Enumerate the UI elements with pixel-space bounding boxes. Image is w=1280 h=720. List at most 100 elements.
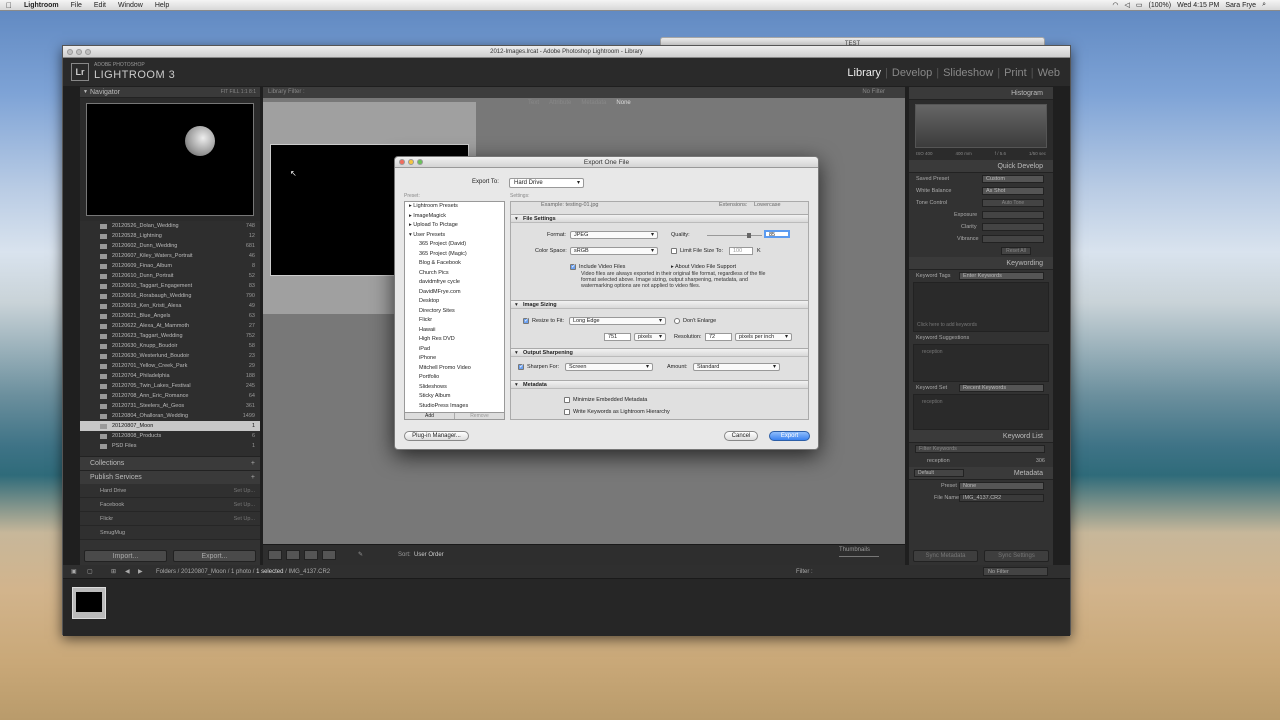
folder-row[interactable]: 20120804_Ohalloran_Wedding 1499 [80,411,260,421]
publish-services-header[interactable]: Publish Services + [80,470,260,484]
grid-icon[interactable]: ⊞ [111,565,116,579]
painter-icon[interactable]: ✎ [358,551,363,558]
preset-item[interactable]: Directory Sites [405,307,504,317]
histogram-header[interactable]: Histogram [909,87,1053,100]
minimize-metadata-checkbox[interactable] [564,397,570,403]
collections-header[interactable]: Collections + [80,456,260,470]
sort-value[interactable]: User Order [414,552,444,558]
resolution-unit-select[interactable]: pixels per inch [735,333,792,341]
dialog-zoom-button[interactable] [417,159,423,165]
preset-item[interactable]: iPad [405,345,504,355]
forward-arrow-icon[interactable]: ▶ [138,565,143,579]
color-space-select[interactable]: sRGB [570,247,658,255]
minimize-button[interactable] [76,49,82,55]
output-sharpening-header[interactable]: Output Sharpening [511,348,808,357]
file-name-field[interactable]: IMG_4137.CR2 [959,494,1044,502]
limit-file-size-checkbox[interactable] [671,248,677,254]
metadata-header[interactable]: Default Metadata [909,467,1053,480]
export-dialog-titlebar[interactable]: Export One File [395,157,818,168]
preset-folder[interactable]: ▸ ImageMagick [405,212,504,222]
preset-item[interactable]: Desktop [405,297,504,307]
metadata-section-header[interactable]: Metadata [511,380,808,389]
folder-row[interactable]: 20120616_Rorabaugh_Wedding 790 [80,291,260,301]
folder-row[interactable]: 20120621_Blue_Angels 63 [80,311,260,321]
export-to-select[interactable]: Hard Drive [509,178,584,188]
clock[interactable]: Wed 4:15 PM [1177,2,1219,9]
preset-item[interactable]: iPhone [405,354,504,364]
module-develop[interactable]: Develop [892,67,932,79]
survey-view-icon[interactable] [322,550,336,560]
folder-row[interactable]: 20120630_Knupp_Boudoir 58 [80,341,260,351]
preset-item[interactable]: Mitchell Promo Video [405,364,504,374]
preset-item[interactable]: Sticky Album [405,392,504,402]
dialog-close-button[interactable] [399,159,405,165]
sync-settings-button[interactable]: Sync Settings [984,550,1049,562]
dont-enlarge-checkbox[interactable] [674,318,680,324]
size-unit-select[interactable]: pixels [634,333,666,341]
keyword-list-row[interactable]: reception 306 [909,455,1053,467]
folder-row[interactable]: 20120526_Dolan_Wedding 748 [80,221,260,231]
size-input[interactable]: 751 [604,333,631,341]
auto-tone-button[interactable]: Auto Tone [982,199,1044,207]
add-collection-icon[interactable]: + [251,457,255,471]
screen-1-icon[interactable]: ▣ [71,565,77,579]
preset-item[interactable]: Flickr [405,316,504,326]
sharpen-select[interactable]: Screen [565,363,653,371]
preset-item[interactable]: 365 Project (David) [405,240,504,250]
filter-preset[interactable]: No Filter [862,87,885,98]
filmstrip-thumbnail[interactable] [72,587,106,619]
vibrance-buttons[interactable] [982,235,1044,243]
exposure-buttons[interactable] [982,211,1044,219]
folder-row[interactable]: 20120705_Twin_Lakes_Festival 245 [80,381,260,391]
volume-icon[interactable]: ◁ [1124,1,1129,9]
folder-row[interactable]: 20120619_Ken_Kristi_Alexa 49 [80,301,260,311]
zoom-button[interactable] [85,49,91,55]
folder-row[interactable]: 20120807_Moon 1 [80,421,260,431]
quality-input[interactable]: 85 [764,230,790,238]
window-titlebar[interactable]: 2012-Images.lrcat - Adobe Photoshop Ligh… [63,46,1070,58]
publish-service-row[interactable]: Flickr Set Up... [80,512,260,526]
limit-file-size-input[interactable]: 100 [729,247,753,255]
about-video-link[interactable]: ▸ About Video File Support [671,264,736,270]
navigator-header[interactable]: ▼ Navigator FIT FILL 1:1 8:1 [80,87,260,98]
navigator-preview[interactable] [80,98,260,221]
folder-row[interactable]: 20120622_Alexa_At_Mammoth 27 [80,321,260,331]
folder-row[interactable]: 20120609_Finao_Album 8 [80,261,260,271]
resolution-input[interactable]: 72 [705,333,732,341]
import-button[interactable]: Import... [84,550,167,562]
metadata-preset-select[interactable]: Default [914,469,964,477]
module-slideshow[interactable]: Slideshow [943,67,993,79]
keyword-suggestion[interactable]: reception [922,349,943,355]
dialog-minimize-button[interactable] [408,159,414,165]
battery-icon[interactable]: ▭ [1136,1,1143,9]
keyword-tags-select[interactable]: Enter Keywords [959,272,1044,280]
add-publish-icon[interactable]: + [251,471,255,485]
close-button[interactable] [67,49,73,55]
user-name[interactable]: Sara Frye [1225,2,1256,9]
thumbnail-size-slider[interactable] [839,556,879,557]
clarity-buttons[interactable] [982,223,1044,231]
sharpen-checkbox[interactable]: ✓ [518,364,524,370]
filmstrip-filter-select[interactable]: No Filter [983,567,1048,576]
folder-row[interactable]: 20120607_Kiley_Waters_Portrait 46 [80,251,260,261]
filter-metadata[interactable]: Metadata [581,98,606,109]
export-button[interactable]: Export... [173,550,256,562]
folder-row[interactable]: 20120704_Philadelphia 188 [80,371,260,381]
keyword-entry-box[interactable]: Click here to add keywords [913,282,1049,332]
quick-develop-header[interactable]: Quick Develop [909,160,1053,173]
cancel-button[interactable]: Cancel [724,431,758,441]
module-print[interactable]: Print [1004,67,1027,79]
preset-item[interactable]: Blog & Facebook [405,259,504,269]
folder-row[interactable]: 20120623_Taggart_Wedding 752 [80,331,260,341]
menu-file[interactable]: File [65,2,88,9]
preset-item[interactable]: Church Pics [405,269,504,279]
publish-setup-link[interactable]: Set Up... [234,484,255,498]
folder-row[interactable]: 20120630_Westerlund_Boudoir 23 [80,351,260,361]
filter-text[interactable]: Text [528,98,539,109]
folder-row[interactable]: 20120701_Yellow_Creek_Park 29 [80,361,260,371]
quality-slider-knob[interactable] [747,233,751,238]
keyword-set-select[interactable]: Recent Keywords [959,384,1044,392]
preset-item[interactable]: 365 Project (Magic) [405,250,504,260]
screen-2-icon[interactable]: ▢ [87,565,93,579]
preset-item[interactable]: Hawaii [405,326,504,336]
